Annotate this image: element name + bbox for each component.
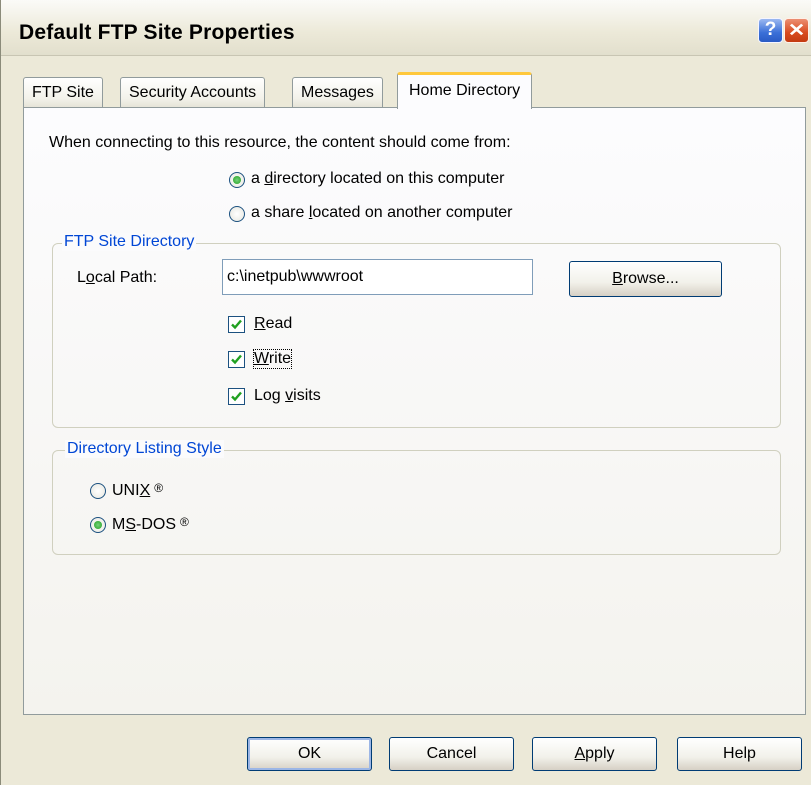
tab-security-accounts[interactable]: Security Accounts — [120, 77, 266, 107]
write-checkbox-label[interactable]: Write — [252, 349, 293, 369]
radio-msdos[interactable] — [90, 517, 106, 533]
close-icon: ✕ — [787, 20, 806, 40]
window-title: Default FTP Site Properties — [19, 21, 295, 44]
check-icon — [231, 319, 242, 330]
tab-label: Messages — [301, 84, 374, 101]
tab-label: FTP Site — [32, 84, 94, 101]
help-title-button[interactable]: ? — [758, 18, 783, 43]
tab-ftp-site[interactable]: FTP Site — [23, 77, 103, 107]
tab-panel-home-directory: When connecting to this resource, the co… — [23, 107, 806, 715]
content-source-prompt: When connecting to this resource, the co… — [49, 134, 511, 151]
check-icon — [231, 354, 242, 365]
ftp-site-directory-legend: FTP Site Directory — [62, 233, 197, 251]
dialog-window: Default FTP Site Properties ? ✕ FTP Site… — [0, 0, 811, 785]
tab-label: Home Directory — [409, 82, 521, 99]
registered-mark: ® — [154, 481, 164, 495]
listing-style-legend: Directory Listing Style — [65, 440, 224, 458]
read-checkbox-label[interactable]: Read — [254, 315, 292, 333]
tab-home-directory[interactable]: Home Directory — [397, 72, 533, 109]
radio-network-share-label[interactable]: a share located on another computer — [251, 204, 513, 222]
help-button[interactable]: Help — [677, 737, 802, 771]
radio-unix[interactable] — [90, 483, 106, 499]
listing-style-group — [52, 450, 781, 555]
tab-label: Security Accounts — [129, 84, 257, 101]
radio-network-share[interactable] — [229, 206, 245, 222]
log-visits-checkbox[interactable] — [228, 388, 245, 405]
local-path-input[interactable]: c:\inetpub\wwwroot — [222, 259, 533, 295]
log-visits-checkbox-label[interactable]: Log visits — [254, 387, 321, 405]
registered-mark: ® — [180, 515, 189, 529]
write-checkbox[interactable] — [228, 351, 245, 368]
local-path-label: Local Path: — [77, 269, 158, 286]
read-checkbox[interactable] — [228, 316, 245, 333]
radio-unix-label[interactable]: UNIX ® — [112, 481, 163, 500]
tab-messages[interactable]: Messages — [292, 77, 383, 107]
question-icon: ? — [764, 19, 777, 40]
close-button[interactable]: ✕ — [784, 18, 809, 43]
radio-local-directory[interactable] — [229, 172, 245, 188]
cancel-button[interactable]: Cancel — [389, 737, 514, 771]
ok-button[interactable]: OK — [247, 737, 372, 771]
title-bar[interactable]: Default FTP Site Properties ? ✕ — [1, 0, 811, 56]
radio-local-directory-label[interactable]: a directory located on this computer — [251, 170, 504, 188]
radio-msdos-label[interactable]: MS-DOS ® — [112, 515, 189, 534]
apply-button[interactable]: Apply — [532, 737, 657, 771]
browse-button[interactable]: Browse... — [569, 261, 722, 297]
check-icon — [231, 391, 242, 402]
